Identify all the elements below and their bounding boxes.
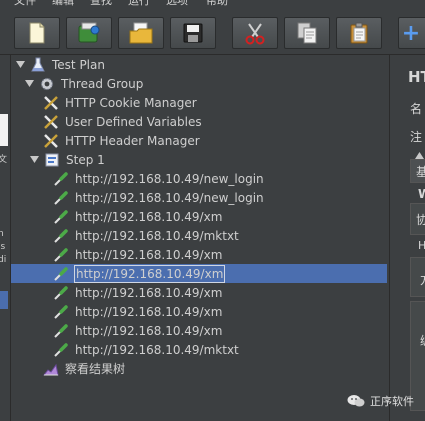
watermark: 正序软件 [347, 392, 414, 410]
tree-node-label: http://192.168.10.49/new_login [75, 171, 264, 186]
left-fragment-text: n [0, 229, 4, 239]
left-fragment-text: 文 [0, 152, 7, 165]
tree-node-http-sampler-selected[interactable]: http://192.168.10.49/xm [52, 264, 226, 283]
tree-node-http-sampler[interactable]: http://192.168.10.49/mktxt [52, 340, 240, 359]
tree-node-label: http://192.168.10.49/xm [75, 304, 223, 319]
tree-node-http-sampler[interactable]: http://192.168.10.49/xm [52, 245, 223, 264]
menu-help[interactable]: 帮助 [206, 0, 228, 8]
tree-node-http-sampler[interactable]: http://192.168.10.49/mktxt [52, 226, 240, 245]
templates-icon [78, 22, 100, 43]
test-plan-tree: Test Plan Thread Group HTTP Cookie Manag… [10, 55, 389, 421]
gear-icon [38, 75, 56, 93]
menu-file[interactable]: 文件 [14, 0, 36, 8]
tree-node-label: HTTP Header Manager [65, 133, 200, 148]
new-file-icon [29, 22, 45, 44]
transaction-controller-icon [43, 151, 61, 169]
paste-icon [350, 22, 368, 44]
wrench-icon [42, 94, 60, 112]
tab-basic[interactable]: 基 [410, 159, 425, 183]
pipette-icon [52, 284, 70, 302]
tree-node-label: Step 1 [66, 152, 105, 167]
pipette-icon [52, 322, 70, 340]
tree-node-label: http://192.168.10.49/xm [75, 247, 223, 262]
toolbar: + [0, 8, 425, 55]
save-button[interactable] [170, 17, 216, 49]
left-fragment-text: di [0, 255, 7, 265]
expand-arrow-icon[interactable] [15, 60, 25, 70]
tree-node-header-manager[interactable]: HTTP Header Manager [42, 131, 201, 150]
tree-node-label: HTTP Cookie Manager [65, 95, 197, 110]
tree-node-label: http://192.168.10.49/new_login [75, 190, 264, 205]
tree-node-http-sampler[interactable]: http://192.168.10.49/new_login [52, 169, 265, 188]
panel-title: HTT [408, 68, 425, 86]
new-button[interactable] [14, 17, 60, 49]
watermark-text: 正序软件 [370, 395, 414, 408]
tree-node-http-sampler[interactable]: http://192.168.10.49/xm [52, 302, 223, 321]
copy-icon [297, 22, 317, 44]
tree-node-thread-group[interactable]: Thread Group [24, 74, 144, 93]
expand-arrow-icon[interactable] [24, 79, 34, 89]
copy-button[interactable] [284, 17, 330, 49]
cut-button[interactable] [232, 17, 278, 49]
expand-arrow-icon[interactable] [29, 155, 39, 165]
pipette-icon [52, 208, 70, 226]
pipette-icon [52, 189, 70, 207]
tree-node-label: http://192.168.10.49/mktxt [75, 342, 239, 357]
pipette-icon [52, 246, 70, 264]
open-button[interactable] [118, 17, 164, 49]
paste-button[interactable] [336, 17, 382, 49]
tree-node-label: http://192.168.10.49/xm [74, 264, 226, 283]
menu-bar: 文件 编辑 查找 运行 选项 帮助 [0, 0, 425, 8]
menu-search[interactable]: 查找 [90, 0, 112, 8]
results-chart-icon [42, 360, 60, 378]
wrench-icon [42, 132, 60, 150]
left-button-fragment[interactable] [0, 291, 8, 309]
comment-label: 注 [410, 130, 423, 144]
plus-icon: + [401, 20, 421, 46]
http-request-section-label: H [418, 239, 425, 252]
save-icon [183, 23, 203, 43]
wrench-icon [42, 113, 60, 131]
pipette-icon [52, 303, 70, 321]
pipette-icon [52, 341, 70, 359]
tree-node-label: http://192.168.10.49/xm [75, 323, 223, 338]
wechat-icon [347, 394, 365, 408]
menu-options[interactable]: 选项 [166, 0, 188, 8]
tree-node-label: http://192.168.10.49/mktxt [75, 228, 239, 243]
scissors-icon [245, 23, 265, 45]
pipette-icon [52, 227, 70, 245]
web-server-label: W [418, 187, 425, 201]
tree-node-label: http://192.168.10.49/xm [75, 209, 223, 224]
protocol-box[interactable]: 协 [410, 203, 425, 235]
left-input-fragment[interactable] [0, 114, 8, 146]
menu-edit[interactable]: 编辑 [52, 0, 74, 8]
tree-node-label: Thread Group [61, 76, 144, 91]
name-label: 名 [410, 102, 423, 116]
tree-node-label: http://192.168.10.49/xm [75, 285, 223, 300]
templates-button[interactable] [66, 17, 112, 49]
add-button[interactable]: + [398, 17, 425, 49]
left-fragment-text: is [0, 242, 6, 252]
tree-node-view-results-tree[interactable]: 察看结果树 [42, 359, 126, 378]
pipette-icon [52, 265, 70, 283]
http-request-panel-fragment: HTT 名 注 基 W 协 H 方 编 [389, 55, 425, 421]
tree-node-cookie-manager[interactable]: HTTP Cookie Manager [42, 93, 198, 112]
tree-node-label: Test Plan [52, 57, 105, 72]
tree-node-http-sampler[interactable]: http://192.168.10.49/xm [52, 321, 223, 340]
menu-run[interactable]: 运行 [128, 0, 150, 8]
tree-node-test-plan[interactable]: Test Plan [15, 55, 106, 74]
tree-node-user-defined-variables[interactable]: User Defined Variables [42, 112, 203, 131]
flask-icon [29, 56, 47, 74]
tree-node-http-sampler[interactable]: http://192.168.10.49/new_login [52, 188, 265, 207]
tree-node-http-sampler[interactable]: http://192.168.10.49/xm [52, 283, 223, 302]
tree-node-label: 察看结果树 [65, 361, 126, 376]
tree-node-step[interactable]: Step 1 [29, 150, 106, 169]
open-folder-icon [129, 22, 153, 44]
pipette-icon [52, 170, 70, 188]
tree-node-label: User Defined Variables [65, 114, 202, 129]
method-box[interactable]: 方 [410, 257, 425, 297]
tree-node-http-sampler[interactable]: http://192.168.10.49/xm [52, 207, 223, 226]
